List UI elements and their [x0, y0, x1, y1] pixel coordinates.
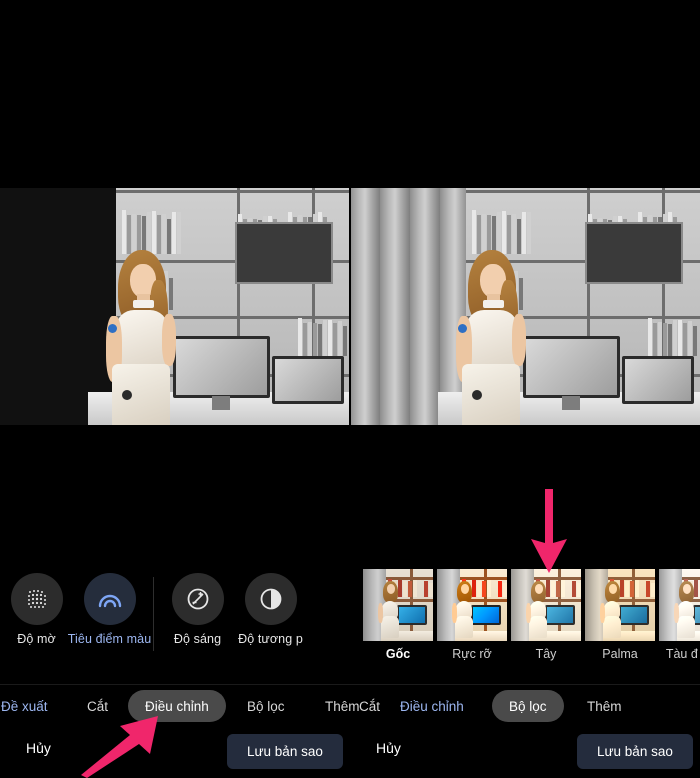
adjust-tool-label: Tiêu điểm màu [68, 632, 152, 646]
filter-thumbnails-row: Gốc [363, 569, 700, 679]
filter-thumbnail [511, 569, 581, 641]
adjust-tool-label: Độ tương p [238, 632, 303, 646]
photo-scene [0, 188, 350, 425]
filter-thumbnail [585, 569, 655, 641]
arrow-to-adjust-tab [78, 712, 178, 778]
filter-label: Gốc [386, 647, 410, 662]
screenshot-root: Độ mờ Tiêu điểm màu [0, 0, 700, 778]
save-copy-button-right[interactable]: Lưu bản sao [577, 734, 693, 769]
photo-scene [350, 188, 700, 425]
filter-label: Tây [536, 647, 557, 662]
photo-preview-left[interactable] [0, 188, 350, 425]
cancel-button-left[interactable]: Hủy [26, 740, 51, 756]
desktop-monitor [523, 336, 620, 398]
contrast-icon [245, 573, 297, 625]
filter-label: Tàu đ ngắ [657, 647, 700, 662]
filter-label: Rực rỡ [452, 647, 491, 662]
shelf-laptop [585, 222, 683, 284]
save-label: Lưu bản sao [597, 744, 673, 759]
adjust-tool-label: Độ mờ [17, 632, 56, 646]
filter-thumbnail [659, 569, 700, 641]
cancel-label: Hủy [26, 740, 51, 756]
tab-label: Đề xuất [1, 699, 48, 714]
filter-item-goc[interactable]: Gốc [363, 569, 433, 679]
window-curtain [350, 188, 466, 425]
filter-label: Palma [602, 647, 637, 662]
filter-thumbnail [437, 569, 507, 641]
tab-de-xuat[interactable]: Đề xuất [0, 690, 65, 722]
tool-group-divider [153, 577, 154, 651]
cancel-label: Hủy [376, 740, 401, 756]
tab-label: Thêm [587, 699, 622, 714]
filter-thumbnail [363, 569, 433, 641]
adjust-tool-brightness[interactable]: Độ sáng [161, 573, 234, 646]
filter-item-ruc-ro[interactable]: Rực rỡ [437, 569, 507, 679]
open-laptop [622, 356, 694, 404]
shelf-laptop [235, 222, 333, 284]
monitor-stand [562, 396, 580, 410]
tab-them-right[interactable]: Thêm [570, 690, 639, 722]
adjust-tool-contrast[interactable]: Độ tương p [234, 573, 307, 646]
cancel-button-right[interactable]: Hủy [376, 740, 401, 756]
adjust-tool-label: Độ sáng [174, 632, 221, 646]
brightness-icon [172, 573, 224, 625]
save-label: Lưu bản sao [247, 744, 323, 759]
blur-dots-icon [11, 573, 63, 625]
tab-bo-loc-left[interactable]: Bộ lọc [230, 690, 302, 722]
monitor-stand [212, 396, 230, 410]
tab-label: Bộ lọc [509, 699, 547, 714]
color-focus-arc-icon [84, 573, 136, 625]
desktop-monitor [173, 336, 270, 398]
adjust-tool-color-focus[interactable]: Tiêu điểm màu [73, 573, 146, 646]
filter-item-tay[interactable]: Tây [511, 569, 581, 679]
tab-label: Cắt [359, 699, 380, 714]
open-laptop [272, 356, 344, 404]
adjust-tool-blur[interactable]: Độ mờ [0, 573, 73, 646]
pane-seam [349, 188, 351, 425]
filter-item-tau-dam-ngan[interactable]: Tàu đ ngắ [659, 569, 700, 679]
tab-dieu-chinh-right[interactable]: Điều chỉnh [383, 690, 481, 722]
tab-bo-loc-right[interactable]: Bộ lọc [492, 690, 564, 722]
arrow-to-filter-thumbnail [505, 487, 595, 577]
save-copy-button-left[interactable]: Lưu bản sao [227, 734, 343, 769]
tab-label: Bộ lọc [247, 699, 285, 714]
adjust-tools-row: Độ mờ Tiêu điểm màu [0, 573, 350, 663]
photo-preview-right[interactable] [350, 188, 700, 425]
filter-item-palma[interactable]: Palma [585, 569, 655, 679]
tab-label: Điều chỉnh [400, 699, 464, 714]
